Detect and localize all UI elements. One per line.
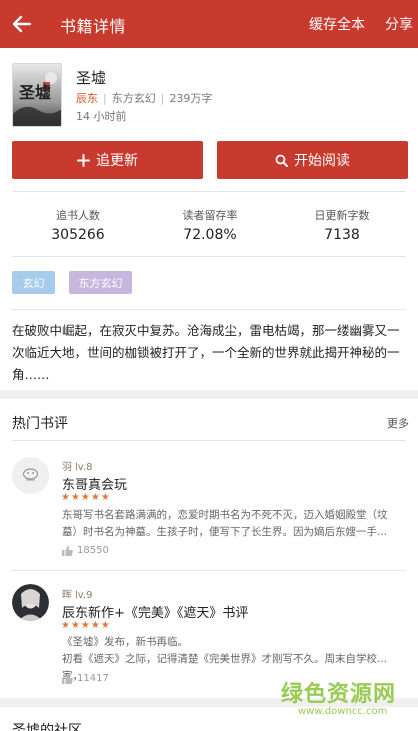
- review-username: 晖: [62, 590, 72, 601]
- stat-value: 7138: [324, 227, 360, 243]
- review-title: 辰东新作+《完美》《遮天》书评: [62, 606, 249, 621]
- review-user: 羽 lv.8: [62, 458, 92, 473]
- review-user-level: lv.8: [75, 462, 93, 473]
- review-likes[interactable]: 11417: [62, 673, 109, 684]
- stat-label: 读者留存率: [182, 209, 238, 222]
- author-link[interactable]: 辰东: [76, 90, 98, 106]
- stat-value: 305266: [51, 227, 105, 243]
- review-item[interactable]: 羽 lv.8 ★★★★★ 东哥真会玩 东哥写书名套路满满的，恋爱时期书名为不死不灭…: [0, 450, 418, 568]
- review-like-count: 11417: [77, 673, 109, 684]
- share-button[interactable]: 分享: [385, 14, 413, 34]
- book-meta: 辰东 | 东方玄幻 | 239万字: [76, 90, 212, 106]
- follow-updates-button[interactable]: 追更新: [12, 141, 203, 179]
- thumbs-up-icon: [62, 673, 73, 684]
- review-likes[interactable]: 18550: [62, 545, 109, 556]
- section-separator: [0, 390, 418, 399]
- divider: [12, 570, 406, 571]
- review-item[interactable]: 晖 lv.9 ★★★★★ 辰东新作+《完美》《遮天》书评 《圣墟》发布，新书再临。…: [0, 578, 418, 690]
- review-stars: ★★★★★: [61, 492, 111, 503]
- tag-eastern-xuanhuan[interactable]: 东方玄幻: [69, 271, 132, 294]
- review-like-count: 18550: [77, 545, 109, 556]
- user-avatar-icon: [12, 584, 49, 621]
- book-updated-time: 14 小时前: [76, 110, 127, 123]
- review-user-level: lv.9: [75, 590, 93, 601]
- review-stars: ★★★★★: [61, 620, 111, 631]
- tag-xuanhuan[interactable]: 玄幻: [12, 271, 55, 294]
- review-user: 晖 lv.9: [62, 586, 92, 601]
- search-icon: [275, 154, 288, 167]
- book-intro[interactable]: 在破败中崛起，在寂灭中复苏。沧海成尘，雷电枯竭，那一缕幽雾又一次临近大地，世间的…: [12, 320, 408, 386]
- more-reviews-link[interactable]: 更多: [387, 415, 409, 431]
- start-reading-label: 开始阅读: [294, 153, 350, 169]
- thumbs-up-icon: [62, 545, 73, 556]
- stat-daily-words: 日更新字数 7138: [277, 207, 407, 243]
- book-cover-art: 圣墟: [13, 64, 61, 126]
- back-button[interactable]: [8, 10, 36, 38]
- page-title: 书籍详情: [60, 17, 127, 36]
- plus-icon: [77, 153, 90, 167]
- community-title[interactable]: 圣墟的社区: [12, 720, 82, 731]
- stat-value: 72.08%: [183, 227, 237, 243]
- book-title: 圣墟: [76, 69, 107, 87]
- review-username: 羽: [62, 462, 72, 473]
- avatar: [12, 584, 49, 621]
- book-category: 东方玄幻: [111, 92, 156, 105]
- follow-updates-label: 追更新: [96, 153, 138, 169]
- book-cover[interactable]: 圣墟: [12, 63, 62, 127]
- divider: [12, 309, 406, 310]
- watermark-url: www.downcc.com: [298, 706, 388, 717]
- review-title: 东哥真会玩: [62, 478, 128, 493]
- start-reading-button[interactable]: 开始阅读: [217, 141, 408, 179]
- hot-reviews-title: 热门书评: [12, 416, 68, 432]
- review-body: 东哥写书名套路满满的，恋爱时期书名为不死不灭，迈入婚姻殿堂（坟墓）时书名为神墓。…: [62, 509, 388, 538]
- watermark-logo-text: 绿色资源网: [281, 682, 397, 707]
- cover-title-text: 圣墟: [18, 83, 51, 102]
- stat-label: 日更新字数: [314, 209, 370, 222]
- divider: [12, 440, 406, 441]
- back-arrow-icon: [12, 15, 32, 33]
- default-avatar-icon: [12, 457, 49, 494]
- top-bar: 书籍详情 缓存全本 分享: [0, 0, 418, 48]
- cache-all-button[interactable]: 缓存全本: [309, 14, 365, 34]
- meta-divider: |: [160, 91, 165, 105]
- stat-followers: 追书人数 305266: [13, 207, 143, 243]
- divider: [12, 256, 406, 257]
- meta-divider: |: [103, 91, 107, 105]
- book-word-count: 239万字: [169, 92, 213, 105]
- divider: [12, 191, 406, 192]
- avatar: [12, 457, 49, 494]
- stat-label: 追书人数: [56, 209, 100, 222]
- stat-retention: 读者留存率 72.08%: [145, 207, 275, 243]
